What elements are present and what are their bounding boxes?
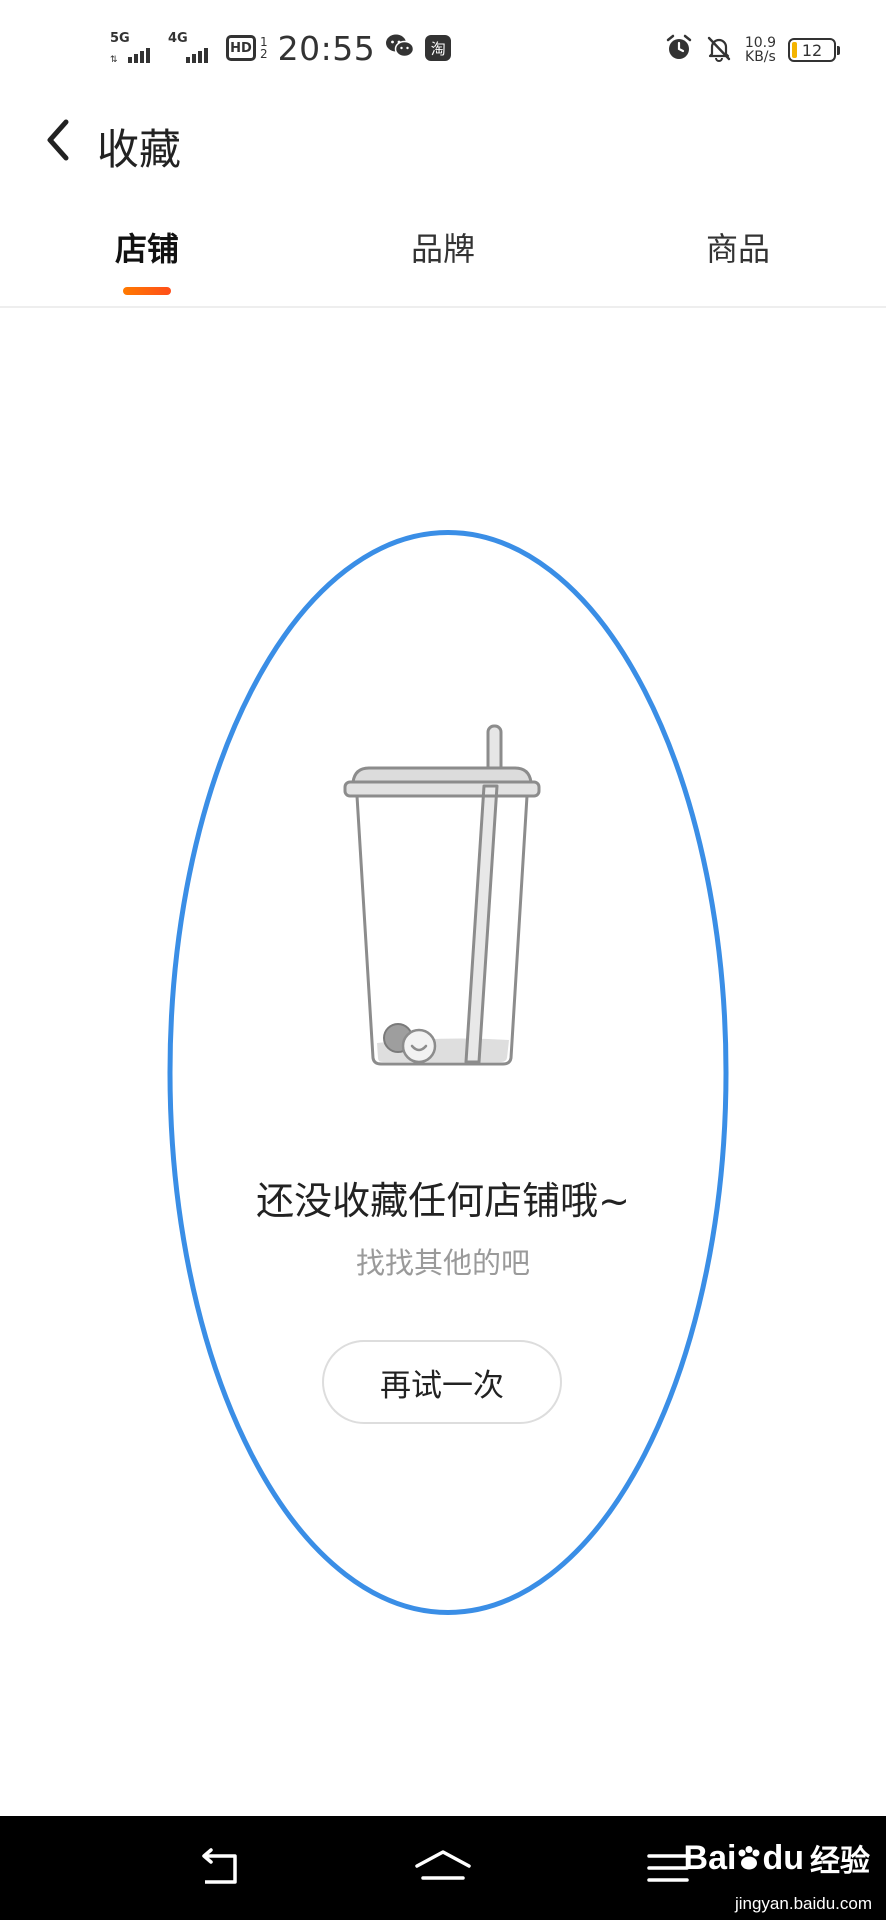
signal-bar bbox=[186, 57, 190, 63]
network-speed: 10.9 KB/s bbox=[745, 36, 776, 64]
signal-bar bbox=[192, 54, 196, 63]
retry-button[interactable]: 再试一次 bbox=[322, 1340, 562, 1424]
header: 收藏 bbox=[0, 100, 886, 184]
empty-state-title: 还没收藏任何店铺哦~ bbox=[256, 1179, 630, 1223]
sim-indicator: 1 2 bbox=[260, 36, 268, 60]
paw-icon bbox=[738, 1845, 760, 1869]
nav-home-button[interactable] bbox=[403, 1838, 483, 1898]
watermark-text: 经验 bbox=[810, 1844, 870, 1879]
battery-level: 12 bbox=[801, 40, 823, 60]
nav-back-button[interactable] bbox=[180, 1838, 260, 1898]
wechat-icon bbox=[385, 33, 415, 63]
tab-active-indicator bbox=[123, 287, 171, 295]
signal-bar bbox=[198, 51, 202, 63]
signal-4g-icon: 4G bbox=[168, 31, 216, 63]
empty-state-subtitle: 找找其他的吧 bbox=[355, 1246, 530, 1280]
signal-5g-icon: 5G ⇅ bbox=[110, 31, 158, 65]
tab-bar: 店铺 品牌 商品 bbox=[0, 208, 886, 308]
tab-products[interactable]: 商品 bbox=[668, 224, 808, 270]
baidu-watermark: Bai du 经验 bbox=[684, 1836, 870, 1880]
network-type-label: 5G bbox=[110, 31, 130, 46]
tab-brands[interactable]: 品牌 bbox=[373, 224, 513, 270]
battery-icon: 12 bbox=[788, 38, 840, 62]
speed-unit: KB/s bbox=[745, 49, 776, 65]
nav-home-icon bbox=[415, 1850, 471, 1880]
data-arrows-icon: ⇅ bbox=[110, 55, 118, 65]
speed-value: 10.9 bbox=[744, 35, 776, 51]
alarm-icon bbox=[665, 34, 693, 66]
sim-bottom-label: 2 bbox=[260, 47, 268, 61]
page-title: 收藏 bbox=[97, 125, 182, 174]
baidu-logo-suffix: du bbox=[762, 1838, 804, 1877]
baidu-logo-text: Bai du bbox=[684, 1839, 804, 1878]
empty-cup-illustration bbox=[343, 724, 541, 1066]
status-bar-right: 10.9 KB/s 12 bbox=[665, 30, 840, 70]
tab-shops[interactable]: 店铺 bbox=[77, 224, 217, 270]
signal-bar bbox=[128, 57, 132, 63]
battery-fill bbox=[792, 42, 797, 58]
status-bar-left: 5G ⇅ 4G HD 1 2 20:55 淘 bbox=[110, 28, 452, 68]
back-button[interactable] bbox=[30, 112, 86, 168]
system-nav-bar: Bai du 经验 jingyan.baidu.com bbox=[0, 1816, 886, 1920]
taobao-icon: 淘 bbox=[425, 35, 452, 61]
signal-bar bbox=[134, 54, 138, 63]
hd-voice-icon: HD bbox=[226, 35, 256, 61]
status-time: 20:55 bbox=[277, 28, 376, 68]
nav-back-icon bbox=[202, 1848, 237, 1884]
signal-bar bbox=[140, 51, 144, 63]
baidu-logo-prefix: Bai bbox=[683, 1838, 737, 1877]
signal-bar bbox=[204, 48, 208, 63]
network-type-label: 4G bbox=[168, 31, 188, 46]
signal-bar bbox=[146, 48, 150, 63]
mute-bell-icon bbox=[705, 34, 733, 66]
chevron-left-icon bbox=[47, 119, 69, 161]
status-bar: 5G ⇅ 4G HD 1 2 20:55 淘 10.9 KB/s 12 bbox=[0, 0, 886, 100]
watermark-url: jingyan.baidu.com bbox=[734, 1894, 872, 1913]
